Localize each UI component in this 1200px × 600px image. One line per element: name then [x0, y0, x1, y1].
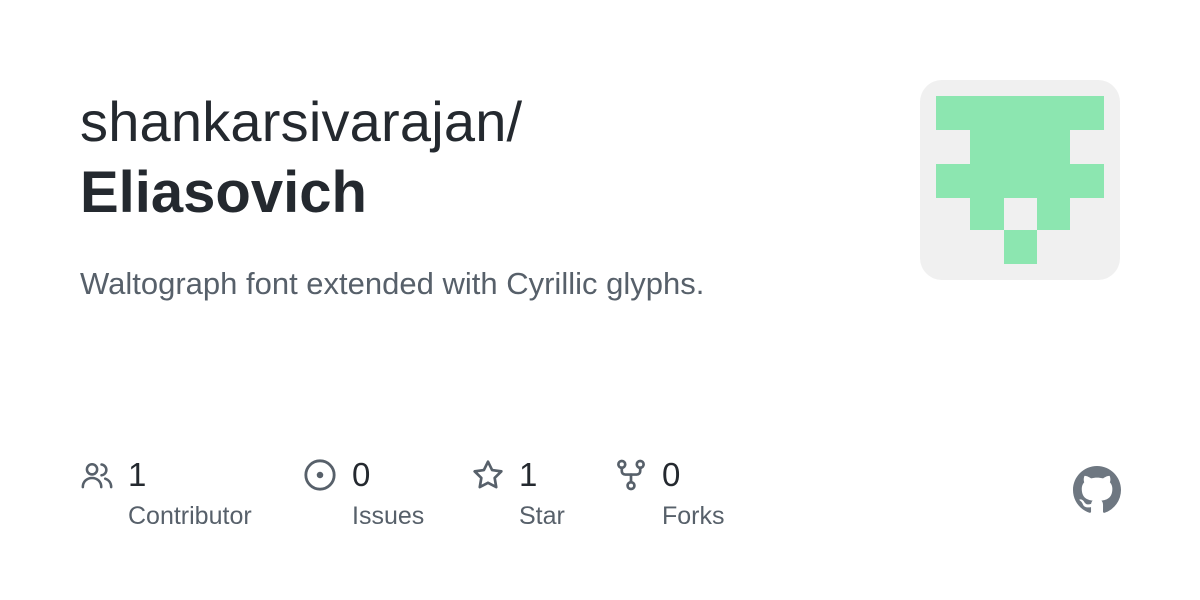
repo-name[interactable]: Eliasovich	[80, 157, 367, 229]
repo-forked-icon	[617, 459, 645, 491]
stars-label: Star	[519, 502, 565, 530]
forks-label: Forks	[662, 502, 725, 530]
owner-avatar[interactable]	[920, 80, 1120, 280]
issues-label: Issues	[352, 502, 425, 530]
repo-owner[interactable]: shankarsivarajan/	[80, 86, 522, 158]
repo-description: Waltograph font extended with Cyrillic g…	[80, 266, 705, 301]
contributors-label: Contributor	[128, 502, 252, 530]
identicon-image	[936, 96, 1104, 264]
forks-count: 0	[662, 456, 681, 493]
github-mark-icon[interactable]	[1073, 466, 1121, 514]
repo-social-card: shankarsivarajan/ Eliasovich Waltograph …	[0, 0, 1200, 600]
people-icon	[81, 462, 113, 489]
star-icon	[473, 460, 503, 489]
issue-opened-icon	[304, 459, 336, 491]
contributors-count: 1	[128, 456, 147, 493]
issues-count: 0	[352, 456, 371, 493]
stars-count: 1	[519, 456, 538, 493]
